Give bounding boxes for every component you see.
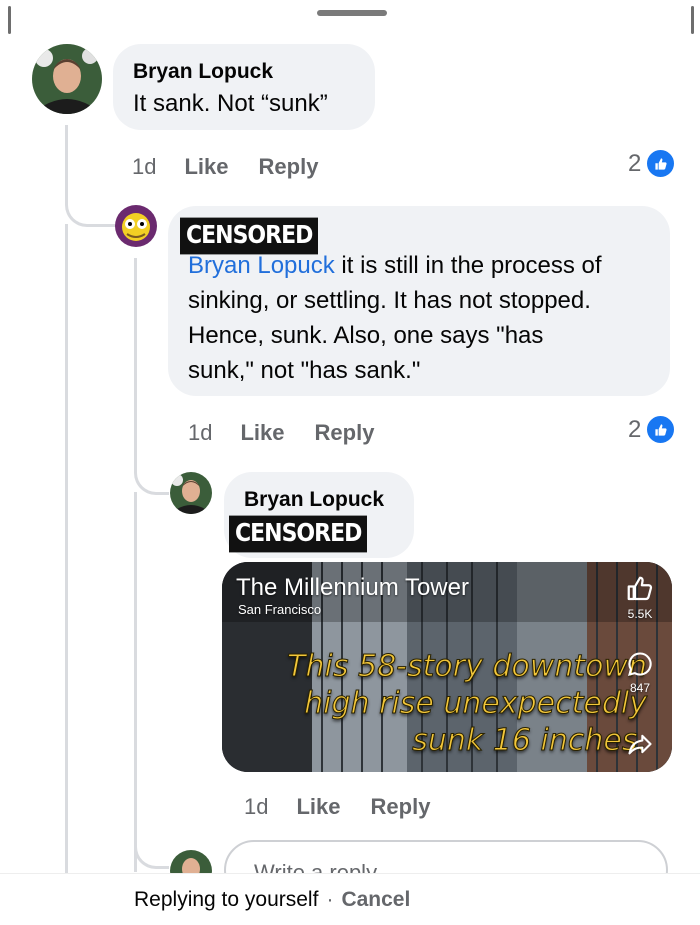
reaction-count: 2: [628, 149, 642, 177]
comment-actions: 1d Like Reply: [188, 420, 374, 446]
separator-dot: ·: [326, 887, 334, 911]
video-title: The Millennium Tower: [236, 574, 469, 601]
comment-bubble: Bryan Lopuck CENSORED: [224, 472, 414, 558]
cancel-button[interactable]: Cancel: [341, 888, 410, 912]
mention-link[interactable]: Bryan Lopuck: [188, 252, 335, 279]
avatar[interactable]: [170, 472, 212, 514]
video-attachment[interactable]: The Millennium Tower San Francisco This …: [222, 562, 672, 772]
comment-text: It sank. Not “sunk”: [133, 90, 328, 117]
thread-connector-reply-box: [134, 820, 169, 869]
thread-line-reply-1-lower: [134, 492, 137, 872]
comment-author[interactable]: Bryan Lopuck: [133, 60, 273, 84]
like-button[interactable]: Like: [240, 420, 284, 446]
video-like-control[interactable]: 5.5K: [620, 574, 660, 621]
video-caption: This 58-story downtown high rise unexpec…: [222, 648, 648, 759]
avatar[interactable]: [115, 205, 157, 247]
reaction-summary[interactable]: 2: [628, 414, 677, 445]
video-caption-line: high rise unexpectedly: [304, 686, 648, 722]
comment-bubble: Bryan Lopuck It sank. Not “sunk”: [113, 44, 375, 130]
video-comment-count: 847: [629, 681, 651, 695]
thread-line-reply-1: [134, 258, 137, 458]
comment-time[interactable]: 1d: [188, 420, 212, 446]
replying-bar: Replying to yourself · Cancel: [0, 874, 700, 925]
thread-connector-reply-1: [65, 180, 116, 227]
video-caption-line: This 58-story downtown: [287, 649, 648, 685]
comment-time[interactable]: 1d: [244, 794, 268, 820]
reaction-count: 2: [628, 415, 642, 443]
thread-line-main-lower: [65, 224, 68, 874]
like-button[interactable]: Like: [184, 154, 228, 180]
comment-bubble-icon: [628, 652, 652, 676]
avatar[interactable]: [32, 44, 102, 114]
video-caption-line: sunk 16 inches.: [412, 723, 648, 759]
censored-label: CENSORED: [229, 515, 368, 553]
comment-text-line: Hence, sunk. Also, one says "has: [188, 322, 544, 349]
comment-text-line: sinking, or settling. It has not stopped…: [188, 287, 591, 314]
thumbs-up-outline-icon: [627, 576, 653, 601]
replying-to-label: Replying to yourself: [134, 887, 319, 911]
comment-sheet: Bryan Lopuck It sank. Not “sunk” 1d Like…: [0, 0, 700, 925]
share-arrow-icon: [628, 734, 652, 755]
thread-connector-reply-2: [134, 448, 169, 495]
reply-button[interactable]: Reply: [259, 154, 319, 180]
comment-bubble: CENSORED Bryan Lopuck it is still in the…: [168, 206, 670, 396]
reply-button[interactable]: Reply: [315, 420, 375, 446]
sheet-edge-right: [691, 6, 694, 34]
comment-text-line: sunk," not "has sank.": [188, 357, 421, 384]
video-like-count: 5.5K: [627, 607, 653, 621]
drag-handle[interactable]: [317, 10, 387, 16]
reply-button[interactable]: Reply: [371, 794, 431, 820]
thumbs-up-icon: [645, 414, 677, 445]
video-comment-control[interactable]: 847: [620, 650, 660, 695]
thumbs-up-icon: [645, 148, 677, 179]
comment-text: Bryan Lopuck it is still in the process …: [188, 248, 668, 388]
sheet-edge-left: [8, 6, 11, 34]
text-redaction: CENSORED: [229, 515, 368, 553]
video-subtitle: San Francisco: [238, 602, 322, 617]
comment-text-line: it is still in the process of: [334, 252, 602, 279]
comment-author[interactable]: Bryan Lopuck: [244, 488, 384, 512]
comment-actions: 1d Like Reply: [132, 154, 318, 180]
reaction-summary[interactable]: 2: [628, 148, 677, 179]
comment-time[interactable]: 1d: [132, 154, 156, 180]
comment-actions: 1d Like Reply: [244, 794, 430, 820]
video-share-control[interactable]: [620, 730, 660, 761]
like-button[interactable]: Like: [296, 794, 340, 820]
